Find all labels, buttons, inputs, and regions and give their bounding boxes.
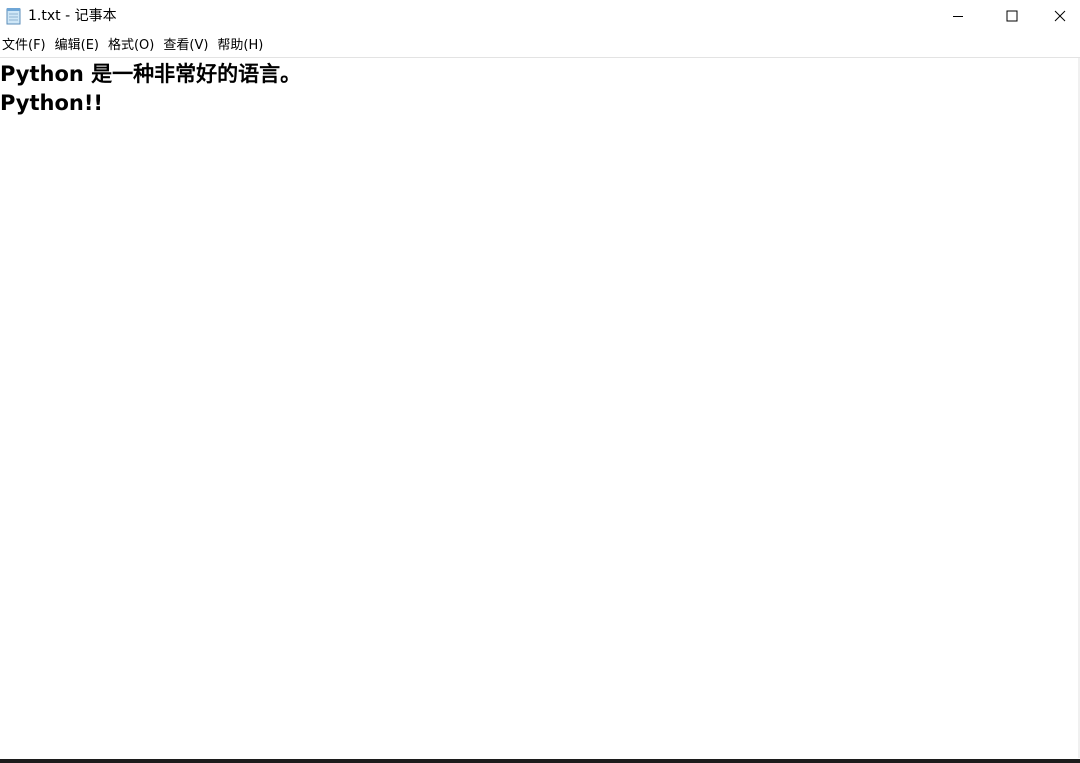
menu-file[interactable]: 文件(F) xyxy=(0,36,49,56)
maximize-button[interactable] xyxy=(985,0,1039,32)
window-title: 1.txt - 记事本 xyxy=(28,8,117,24)
close-button[interactable] xyxy=(1040,0,1080,32)
menu-bar: 文件(F) 编辑(E) 格式(O) 查看(V) 帮助(H) xyxy=(0,35,1080,57)
maximize-icon xyxy=(1006,7,1018,26)
menu-help[interactable]: 帮助(H) xyxy=(215,36,266,56)
editor-line: Python 是一种非常好的语言。 xyxy=(0,62,302,86)
menu-edit[interactable]: 编辑(E) xyxy=(53,36,102,56)
taskbar xyxy=(0,759,1080,763)
title-bar[interactable]: 1.txt - 记事本 xyxy=(0,0,1080,32)
minimize-icon xyxy=(952,7,964,26)
notepad-window: 1.txt - 记事本 文件(F) 编辑(E) 格式(O) 查看(V) 帮助(H… xyxy=(0,0,1080,759)
editor-area[interactable]: Python 是一种非常好的语言。 Python!! xyxy=(0,57,1080,759)
notepad-icon xyxy=(6,7,22,25)
text-editor[interactable]: Python 是一种非常好的语言。 Python!! xyxy=(0,60,1063,758)
minimize-button[interactable] xyxy=(931,0,985,32)
close-icon xyxy=(1054,7,1066,26)
menu-format[interactable]: 格式(O) xyxy=(106,36,157,56)
menu-view[interactable]: 查看(V) xyxy=(161,36,211,56)
editor-line: Python!! xyxy=(0,91,103,115)
